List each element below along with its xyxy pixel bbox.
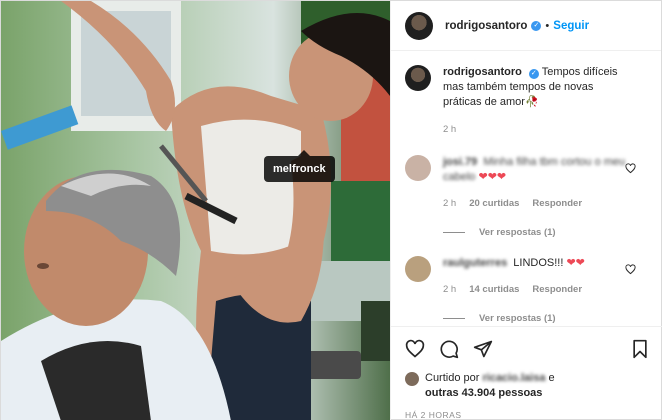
likes-prefix: Curtido por [425,372,480,384]
comment: raulguterres LINDOS!!! ❤❤ 2 h 14 curtida… [405,256,650,324]
verified-badge-icon: ✓ [528,69,539,79]
post-header: rodrigosantoro ✓ • Seguir [391,1,661,51]
commenter-avatar[interactable] [405,155,431,181]
replies-line [443,318,465,319]
like-comment-heart-icon[interactable] [625,163,636,174]
user-tag[interactable]: melfronck [264,150,335,182]
comment: josi.79 Minha filha tbm cortou o meu cab… [405,155,650,238]
post-timestamp[interactable]: HÁ 2 HORAS [405,410,650,420]
rose-emoji: 🥀 [524,96,539,108]
view-replies-button[interactable]: Ver respostas (1) [443,313,650,324]
comment-likes[interactable]: 14 curtidas [469,282,519,297]
post-details: rodrigosantoro ✓ • Seguir rodrigosantoro… [390,1,662,420]
author-username[interactable]: rodrigosantoro [445,20,527,32]
view-replies-label: Ver respostas (1) [479,227,556,238]
caption-username[interactable]: rodrigosantoro [443,66,522,78]
comment-time: 2 h [443,198,457,209]
instagram-post: melfronck rodrigosantoro ✓ • Seguir rodr… [0,0,662,420]
replies-line [443,232,465,233]
post-photo[interactable]: melfronck [1,1,390,420]
reply-button[interactable]: Responder [532,282,582,297]
post-actions: Curtido por ricacio.laisa e outras 43.90… [391,326,662,420]
reply-button[interactable]: Responder [532,196,582,211]
comment-time: 2 h [443,284,457,295]
bookmark-icon[interactable] [630,339,650,359]
commenter-avatar[interactable] [405,256,431,282]
caption: rodrigosantoro ✓ Tempos difíceis mas tamb… [405,65,650,137]
liker-username[interactable]: ricacio.laisa [482,372,545,384]
view-replies-label: Ver respostas (1) [479,313,556,324]
caption-author-avatar[interactable] [405,65,431,91]
comment-icon[interactable] [439,339,459,359]
share-icon[interactable] [473,339,493,359]
verified-badge-icon: ✓ [531,20,542,31]
commenter-username[interactable]: raulguterres [443,257,507,269]
commenter-username[interactable]: josi.79 [443,156,477,168]
follow-button[interactable]: Seguir [553,20,589,32]
comments-list[interactable]: rodrigosantoro ✓ Tempos difíceis mas tamb… [391,51,662,326]
likes-summary: Curtido por ricacio.laisa e outras 43.90… [405,371,650,401]
separator-dot: • [545,19,550,32]
liker-avatar[interactable] [405,372,419,386]
photo-illustration [1,1,390,420]
heart-icon[interactable] [405,339,425,359]
like-comment-heart-icon[interactable] [625,264,636,275]
comment-likes[interactable]: 20 curtidas [469,196,519,211]
likes-connector: e [548,372,555,384]
likes-count[interactable]: outras 43.904 pessoas [425,387,542,399]
view-replies-button[interactable]: Ver respostas (1) [443,227,650,238]
comment-text: LINDOS!!! [513,257,564,269]
hearts-emoji: ❤❤ [566,257,585,269]
caption-time: 2 h [443,124,457,135]
hearts-emoji: ❤❤❤ [478,171,507,183]
author-avatar[interactable] [405,11,433,40]
